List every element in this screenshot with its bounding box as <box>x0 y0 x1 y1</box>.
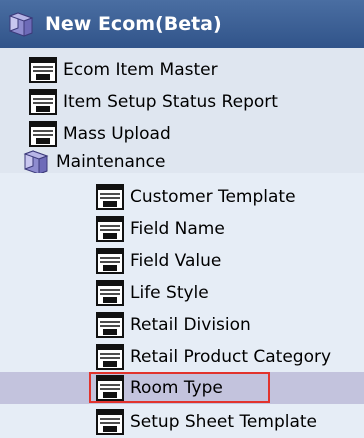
tree-item-label: Setup Sheet Template <box>130 412 318 432</box>
tree-item-label: Field Value <box>130 251 222 271</box>
tree-item-mass-upload[interactable]: Mass Upload <box>0 118 364 150</box>
folder-icon <box>7 11 35 37</box>
form-icon <box>96 344 124 370</box>
tree-item-label: Mass Upload <box>63 124 171 144</box>
tree-folder-maintenance[interactable]: Maintenance <box>0 148 364 175</box>
tree-item-label: Retail Division <box>130 315 251 335</box>
tree-item-retail-product-category[interactable]: Retail Product Category <box>0 341 364 373</box>
tree-item-retail-division[interactable]: Retail Division <box>0 309 364 341</box>
form-icon <box>96 312 124 338</box>
form-icon <box>29 121 57 147</box>
tree-item-life-style[interactable]: Life Style <box>0 277 364 309</box>
header-title: New Ecom(Beta) <box>45 13 222 35</box>
tree-folder-label: Maintenance <box>56 151 166 172</box>
tree-item-setup-sheet-template[interactable]: Setup Sheet Template <box>0 406 364 438</box>
form-icon <box>96 375 124 401</box>
tree-item-label: Item Setup Status Report <box>63 92 278 112</box>
navigation-tree-panel: New Ecom(Beta) Ecom Item Master Item Set <box>0 0 364 438</box>
tree-item-label: Retail Product Category <box>130 347 332 367</box>
tree-item-item-setup-status-report[interactable]: Item Setup Status Report <box>0 86 364 118</box>
tree-item-label: Life Style <box>130 283 209 303</box>
tree-item-label: Customer Template <box>130 187 296 207</box>
form-icon <box>96 280 124 306</box>
tree-header[interactable]: New Ecom(Beta) <box>0 0 364 48</box>
folder-icon <box>22 149 50 175</box>
tree-item-label: Ecom Item Master <box>63 60 218 80</box>
tree-item-field-value[interactable]: Field Value <box>0 245 364 277</box>
form-icon <box>96 409 124 435</box>
form-icon <box>96 184 124 210</box>
tree-item-room-type[interactable]: Room Type <box>0 372 364 404</box>
form-icon <box>96 248 124 274</box>
tree-item-label: Room Type <box>130 378 223 398</box>
form-icon <box>96 216 124 242</box>
form-icon <box>29 89 57 115</box>
tree-item-ecom-item-master[interactable]: Ecom Item Master <box>0 54 364 86</box>
tree-item-label: Field Name <box>130 219 225 239</box>
tree-item-field-name[interactable]: Field Name <box>0 213 364 245</box>
form-icon <box>29 57 57 83</box>
tree-item-customer-template[interactable]: Customer Template <box>0 181 364 213</box>
